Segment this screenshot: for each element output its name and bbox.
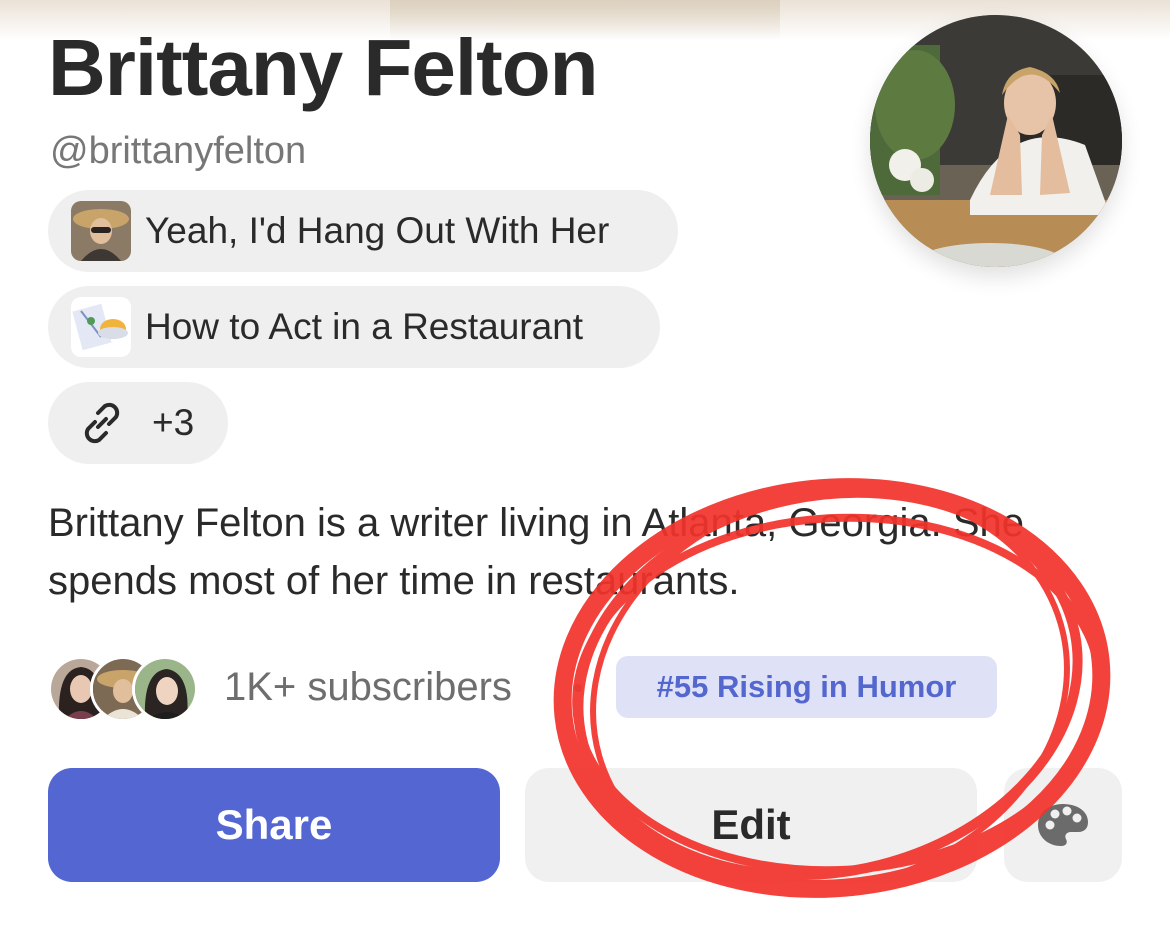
subscriber-count[interactable]: 1K+ subscribers [224, 662, 512, 712]
publication-label: Yeah, I'd Hang Out With Her [145, 210, 610, 251]
publication-pill-2[interactable]: How to Act in a Restaurant [48, 286, 660, 368]
link-icon [84, 402, 120, 444]
palette-icon [1038, 804, 1088, 846]
profile-handle: @brittanyfelton [50, 130, 307, 172]
avatar-photo [870, 15, 1122, 267]
profile-bio: Brittany Felton is a writer living in At… [48, 501, 1025, 603]
profile-avatar[interactable] [870, 15, 1122, 267]
separator-dot [574, 684, 582, 692]
theme-button[interactable] [1004, 768, 1122, 882]
publication-thumbnail-icon [71, 297, 131, 357]
subscriber-avatar [132, 656, 198, 722]
links-pill[interactable]: +3 [48, 382, 228, 464]
share-button[interactable]: Share [48, 768, 500, 882]
subscriber-avatars [48, 656, 208, 722]
edit-button[interactable]: Edit [525, 768, 977, 882]
publication-label: How to Act in a Restaurant [145, 306, 584, 347]
ranking-badge[interactable]: #55 Rising in Humor [616, 656, 997, 718]
profile-name: Brittany Felton [48, 23, 598, 112]
publication-thumbnail-icon [71, 201, 131, 261]
publication-pill-1[interactable]: Yeah, I'd Hang Out With Her [48, 190, 678, 272]
links-more-count: +3 [152, 402, 195, 443]
